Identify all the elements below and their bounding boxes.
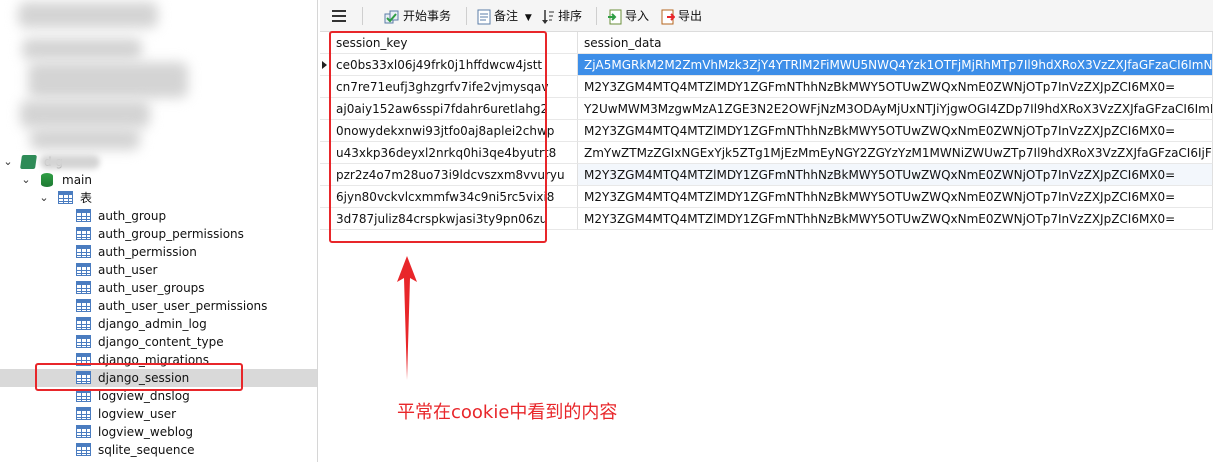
annotation-box-django-session [35, 363, 243, 391]
connection-icon [20, 155, 37, 169]
database-label: main [62, 173, 92, 187]
toolbar-separator [362, 7, 363, 25]
table-label: logview_weblog [98, 425, 194, 439]
annotation-text: 平常在cookie中看到的内容 [397, 402, 618, 423]
table-label: auth_group [98, 209, 167, 223]
navigation-pane: ⌄ d g ⌄ main ⌄ 表 auth_group auth_group_p… [0, 0, 318, 462]
column-header-session-data[interactable]: session_data [578, 32, 1213, 54]
cell-session-data[interactable]: M2Y3ZGM4MTQ4MTZlMDY1ZGFmNThhNzBkMWY5OTUw… [578, 186, 1213, 208]
cell-session-data[interactable]: ZmYwZTMzZGIxNGExYjk5ZTg1MjEzMmEyNGY2ZGYz… [578, 142, 1213, 164]
table-icon [76, 407, 91, 420]
table-label: auth_user_groups [98, 281, 205, 295]
tables-folder-icon [58, 191, 73, 204]
table-icon [76, 281, 91, 294]
memo-button[interactable]: 备注 ▼ [477, 6, 532, 26]
import-icon [608, 9, 622, 24]
tree-table-item[interactable]: auth_user_user_permissions [0, 297, 317, 315]
tree-table-item[interactable]: auth_group_permissions [0, 225, 317, 243]
redacted-area [18, 2, 158, 28]
import-label: 导入 [625, 9, 650, 23]
begin-transaction-button[interactable]: 开始事务 [384, 6, 451, 26]
tree-connection[interactable]: ⌄ d g [0, 153, 317, 171]
tree-table-item[interactable]: logview_user [0, 405, 317, 423]
cell-session-data[interactable]: M2Y3ZGM4MTQ4MTZlMDY1ZGFmNThhNzBkMWY5OTUw… [578, 164, 1213, 186]
toolbar-separator [596, 7, 597, 25]
tree-table-item[interactable]: django_content_type [0, 333, 317, 351]
sort-button[interactable]: 排序 [541, 6, 582, 26]
table-icon [76, 209, 91, 222]
export-button[interactable]: 导出 [661, 6, 702, 26]
tree-table-item[interactable]: django_admin_log [0, 315, 317, 333]
table-icon [76, 299, 91, 312]
begin-transaction-label: 开始事务 [403, 9, 452, 23]
dropdown-caret-icon[interactable]: ▼ [525, 13, 532, 23]
table-label: logview_user [98, 407, 177, 421]
cell-session-data[interactable]: M2Y3ZGM4MTQ4MTZlMDY1ZGFmNThhNzBkMWY5OTUw… [578, 76, 1213, 98]
redacted-area [40, 155, 100, 169]
table-icon [76, 245, 91, 258]
tree-database-main[interactable]: ⌄ main [0, 171, 317, 189]
memo-icon [477, 9, 491, 24]
menu-button[interactable] [332, 6, 350, 26]
redacted-area [28, 62, 188, 98]
transaction-icon [384, 10, 399, 23]
tree-table-item[interactable]: auth_permission [0, 243, 317, 261]
table-icon [76, 425, 91, 438]
sort-label: 排序 [558, 9, 583, 23]
export-label: 导出 [678, 9, 703, 23]
sort-icon [542, 9, 554, 24]
hamburger-menu-icon [332, 10, 346, 22]
table-label: auth_user_user_permissions [98, 299, 268, 313]
table-icon [76, 443, 91, 456]
annotation-arrow-icon [397, 256, 417, 380]
tree-table-item[interactable]: logview_weblog [0, 423, 317, 441]
tree-table-item[interactable]: auth_user [0, 261, 317, 279]
memo-label: 备注 [494, 9, 519, 23]
cell-session-data[interactable]: Y2UwMWM3MzgwMzA1ZGE3N2E2OWFjNzM3ODAyMjUx… [578, 98, 1213, 120]
import-button[interactable]: 导入 [608, 6, 649, 26]
table-icon [76, 227, 91, 240]
table-label: auth_group_permissions [98, 227, 244, 241]
tree-table-item[interactable]: auth_user_groups [0, 279, 317, 297]
cell-session-data-selected[interactable]: ZjA5MGRkM2M2ZmVhMzk3ZjY4YTRlM2FiMWU5NWQ4… [578, 54, 1213, 76]
tables-folder-label: 表 [80, 191, 93, 205]
table-label: django_content_type [98, 335, 224, 349]
collapse-icon[interactable]: ⌄ [20, 171, 32, 189]
database-icon [41, 173, 53, 187]
annotation-box-session-key-column [329, 31, 547, 243]
table-label: auth_permission [98, 245, 197, 259]
toolbar: 开始事务 备注 ▼ 排序 导入 导出 [320, 0, 1213, 32]
tree-table-item[interactable]: auth_group [0, 207, 317, 225]
table-icon [76, 317, 91, 330]
collapse-icon[interactable]: ⌄ [2, 153, 14, 171]
table-label: sqlite_sequence [98, 443, 195, 457]
export-icon [661, 9, 675, 24]
toolbar-separator [466, 7, 467, 25]
redacted-area [22, 38, 142, 60]
table-icon [76, 335, 91, 348]
cell-session-data[interactable]: M2Y3ZGM4MTQ4MTZlMDY1ZGFmNThhNzBkMWY5OTUw… [578, 208, 1213, 230]
redacted-area [20, 100, 150, 128]
tree-table-item[interactable]: sqlite_sequence [0, 441, 317, 459]
table-label: django_admin_log [98, 317, 207, 331]
current-row-arrow-icon [322, 61, 327, 69]
table-label: auth_user [98, 263, 158, 277]
collapse-icon[interactable]: ⌄ [38, 189, 50, 207]
tree-tables-folder[interactable]: ⌄ 表 [0, 189, 317, 207]
table-icon [76, 263, 91, 276]
redacted-area [30, 128, 140, 150]
cell-session-data[interactable]: M2Y3ZGM4MTQ4MTZlMDY1ZGFmNThhNzBkMWY5OTUw… [578, 120, 1213, 142]
